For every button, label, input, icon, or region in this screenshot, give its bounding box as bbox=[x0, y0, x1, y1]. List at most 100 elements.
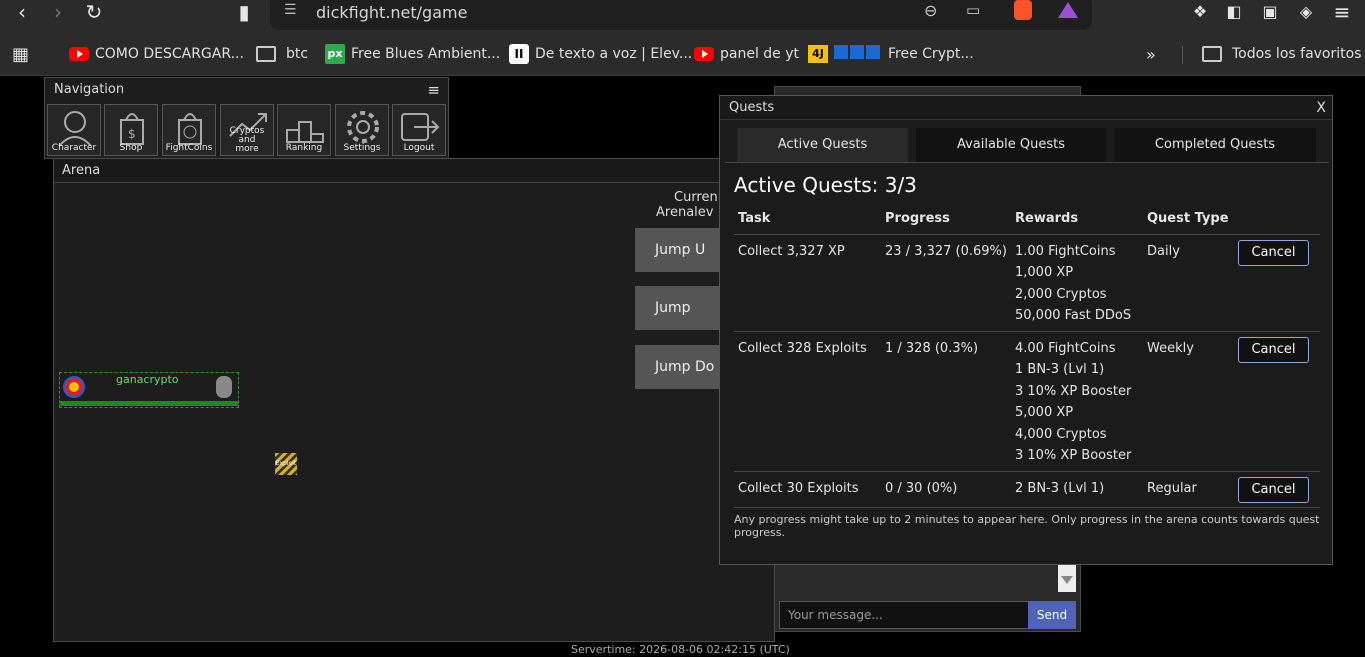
servertime: Servertime: 2026-08-06 02:42:15 (UTC) bbox=[571, 643, 790, 656]
pixabay-icon: px bbox=[325, 44, 345, 64]
chat-message-input[interactable]: Your message... bbox=[779, 601, 1029, 629]
quests-table: Task Progress Rewards Quest Type Collect… bbox=[734, 204, 1320, 508]
bookmark-item[interactable]: 4J Free Crypt... bbox=[808, 44, 974, 64]
menu-icon[interactable]: ≡ bbox=[1328, 0, 1356, 26]
reward-item: 2,000 Cryptos bbox=[1015, 286, 1107, 302]
bookmark-folder[interactable]: btc bbox=[256, 44, 308, 64]
cancel-button[interactable]: Cancel bbox=[1238, 476, 1309, 503]
nav-logout[interactable]: Logout bbox=[392, 104, 446, 156]
quests-note: Any progress might take up to 2 minutes … bbox=[734, 513, 1320, 539]
arenalevel-label: Arenalev bbox=[656, 205, 714, 220]
arena-title: Arena bbox=[54, 159, 774, 183]
url-text[interactable]: dickfight.net/game bbox=[316, 3, 467, 22]
tab-available-quests[interactable]: Available Quests bbox=[916, 128, 1106, 162]
column-header-actions bbox=[1234, 204, 1320, 235]
quests-dialog: Quests X Active Quests Available Quests … bbox=[719, 95, 1333, 565]
shop-bag-icon: $ bbox=[120, 113, 144, 145]
player-name: ganacrypto bbox=[116, 373, 179, 386]
crypto-icon: 4J bbox=[808, 45, 828, 63]
youtube-icon bbox=[69, 47, 89, 61]
quests-title: Quests bbox=[729, 100, 775, 115]
reward-item: 3 10% XP Booster bbox=[1015, 448, 1132, 463]
cancel-button[interactable]: Cancel bbox=[1238, 336, 1309, 363]
quest-actions: Cancel bbox=[1234, 471, 1320, 508]
bookmark-item[interactable]: px Free Blues Ambient... bbox=[325, 44, 500, 64]
bookmark-label: panel de yt bbox=[720, 46, 800, 62]
quest-rewards: 1.00 FightCoins 1,000 XP 2,000 Cryptos 5… bbox=[1011, 234, 1143, 332]
quest-task: Collect 328 Exploits bbox=[734, 331, 881, 472]
chevron-down-icon bbox=[1061, 576, 1073, 584]
exploit-item[interactable]: Exploit bbox=[275, 453, 297, 475]
svg-text:$: $ bbox=[128, 127, 136, 141]
bookmark-label: COMO DESCARGAR... bbox=[95, 46, 244, 62]
divider bbox=[1182, 46, 1183, 64]
column-header: Task bbox=[734, 204, 881, 235]
all-bookmarks-folder[interactable]: Todos los favoritos bbox=[1202, 44, 1362, 64]
quest-type: Regular bbox=[1143, 471, 1234, 508]
folder-icon bbox=[256, 46, 276, 62]
nav-label: Cryptos and more bbox=[229, 126, 265, 154]
quest-type: Weekly bbox=[1143, 331, 1234, 472]
elevenlabs-icon: II bbox=[509, 44, 529, 64]
player-sprite[interactable]: ganacrypto bbox=[59, 372, 239, 408]
quest-actions: Cancel bbox=[1234, 234, 1320, 332]
tab-divider bbox=[725, 162, 1329, 163]
site-settings-icon[interactable]: ☰ bbox=[284, 2, 297, 18]
nav-label: FightCoins bbox=[165, 143, 213, 153]
apps-grid-icon[interactable]: ▦ bbox=[12, 44, 29, 65]
reload-icon[interactable]: ↻ bbox=[80, 0, 108, 26]
back-icon[interactable]: ‹ bbox=[8, 0, 36, 26]
quest-progress: 23 / 3,327 (0.69%) bbox=[881, 234, 1011, 332]
nav-fightcoins[interactable]: FightCoins bbox=[162, 104, 216, 156]
cast-icon[interactable]: ▭ bbox=[966, 1, 980, 19]
bookmark-item[interactable]: II De texto a voz | Elev... bbox=[509, 44, 692, 64]
address-bar[interactable]: ☰ dickfight.net/game ⊖ ▭ bbox=[270, 0, 1092, 30]
quest-task: Collect 30 Exploits bbox=[734, 471, 881, 508]
bookmark-item[interactable]: panel de yt bbox=[694, 44, 799, 64]
vpn-icon[interactable]: ◈ bbox=[1292, 0, 1320, 26]
youtube-icon bbox=[694, 47, 714, 61]
cancel-button[interactable]: Cancel bbox=[1238, 239, 1309, 266]
forward-icon[interactable]: › bbox=[44, 0, 72, 26]
column-header: Quest Type bbox=[1143, 204, 1234, 235]
nav-cryptos[interactable]: Cryptos and more bbox=[220, 104, 274, 156]
extensions-icon[interactable]: ❖ bbox=[1186, 0, 1214, 26]
reward-item: 50,000 Fast DDoS bbox=[1015, 308, 1132, 323]
zoom-icon[interactable]: ⊖ bbox=[924, 1, 937, 20]
bookmark-item[interactable]: COMO DESCARGAR... bbox=[69, 44, 244, 64]
current-label: Curren bbox=[674, 190, 718, 205]
reward-item: 2 BN-3 (Lvl 1) bbox=[1015, 480, 1105, 496]
more-bookmarks-icon[interactable]: » bbox=[1146, 44, 1156, 64]
bookmark-label: Todos los favoritos bbox=[1232, 46, 1362, 62]
nav-ranking[interactable]: Ranking bbox=[277, 104, 331, 156]
tab-active-quests[interactable]: Active Quests bbox=[737, 128, 908, 162]
reward-item: 1.00 FightCoins bbox=[1015, 243, 1116, 259]
send-button[interactable]: Send bbox=[1028, 601, 1076, 629]
coin-bag-icon bbox=[178, 113, 202, 145]
bookmarks-bar: ▦ COMO DESCARGAR... btc px Free Blues Am… bbox=[0, 34, 1365, 76]
nav-label: Shop bbox=[119, 143, 143, 153]
brave-shield-icon[interactable] bbox=[1014, 0, 1032, 20]
small-icons bbox=[834, 45, 882, 63]
bookmark-icon[interactable]: ▮ bbox=[230, 0, 258, 26]
reward-item: 5,000 XP bbox=[1015, 405, 1074, 420]
quest-progress: 1 / 328 (0.3%) bbox=[881, 331, 1011, 472]
nav-shop[interactable]: $ Shop bbox=[104, 104, 158, 156]
brave-rewards-icon[interactable] bbox=[1058, 2, 1078, 18]
nav-label: Settings bbox=[343, 143, 381, 153]
table-row: Collect 328 Exploits 1 / 328 (0.3%) 4.00… bbox=[734, 331, 1320, 472]
column-header: Progress bbox=[881, 204, 1011, 235]
target-icon bbox=[63, 376, 85, 398]
browser-toolbar: ‹ › ↻ ▮ ☰ dickfight.net/game ⊖ ▭ ❖ ◧ ▣ ◈… bbox=[0, 0, 1365, 34]
nav-settings[interactable]: Settings bbox=[335, 104, 389, 156]
health-bar bbox=[60, 401, 238, 406]
sidebar-icon[interactable]: ◧ bbox=[1220, 0, 1248, 26]
navigation-title: Navigation ≡ bbox=[45, 78, 448, 102]
hamburger-icon[interactable]: ≡ bbox=[427, 78, 440, 102]
quest-actions: Cancel bbox=[1234, 331, 1320, 472]
tab-completed-quests[interactable]: Completed Quests bbox=[1114, 128, 1316, 162]
wallet-icon[interactable]: ▣ bbox=[1256, 0, 1284, 26]
close-button[interactable]: X bbox=[1316, 96, 1326, 120]
reward-item: 1,000 XP bbox=[1015, 265, 1074, 280]
nav-character[interactable]: Character bbox=[47, 104, 101, 156]
